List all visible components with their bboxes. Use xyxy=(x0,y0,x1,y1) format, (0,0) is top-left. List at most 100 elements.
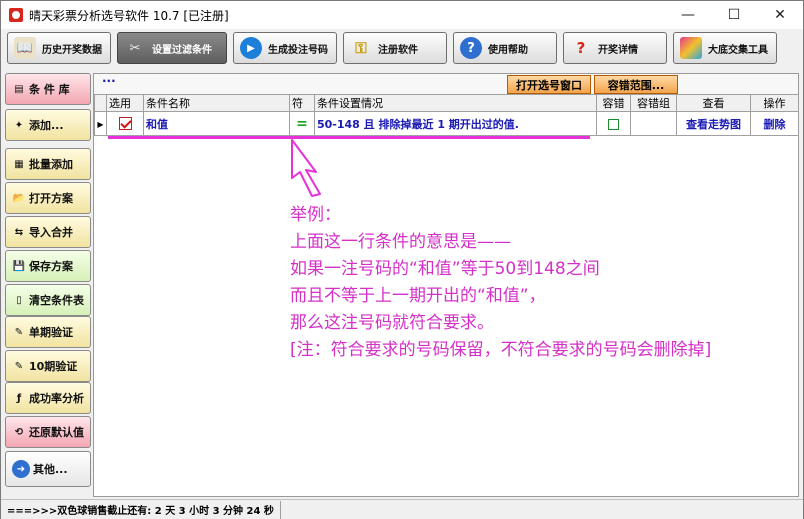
pencil-icon: ✎ xyxy=(14,360,24,372)
lottery-info-icon: ? xyxy=(576,39,586,57)
column-header: 容错 xyxy=(596,94,631,112)
key-icon: ⚿ xyxy=(355,39,367,57)
equals-symbol: = xyxy=(296,115,308,132)
window-controls: — ☐ ✕ xyxy=(665,1,803,29)
conditions-panel: ··· 打开选号窗口 容错范围... 选用 条件名称 符 条件设置情况 容错 容… xyxy=(93,73,799,497)
toolbar-label: 设置过滤条件 xyxy=(152,44,212,56)
conditions-table: 选用 条件名称 符 条件设置情况 容错 容错组 查看 操作 ▶ 和值 = 50-… xyxy=(94,94,799,136)
annotation-text: 举例： 上面这一行条件的意思是—— 如果一注号码的“和值”等于50到148之间 … xyxy=(290,202,790,364)
restore-defaults-button[interactable]: ⟲ 还原默认值 xyxy=(5,416,91,448)
condition-library-button[interactable]: ▤ 条 件 库 xyxy=(5,73,91,105)
save-plan-button[interactable]: 💾 保存方案 xyxy=(5,250,91,282)
help-button[interactable]: ? 使用帮助 xyxy=(453,32,557,64)
main-toolbar: 📖 历史开奖数据 ✂ 设置过滤条件 ▶ 生成投注号码 ⚿ 注册软件 ? 使用帮助… xyxy=(7,32,799,68)
import-merge-button[interactable]: ⇆ 导入合并 xyxy=(5,216,91,248)
annotation-line: 上面这一行条件的意思是—— xyxy=(290,232,511,252)
success-rate-button[interactable]: ƒ 成功率分析 xyxy=(5,382,91,414)
annotation-line: 如果一注号码的“和值”等于50到148之间 xyxy=(290,259,600,279)
column-header: 符 xyxy=(289,94,315,112)
toolbar-label: 注册软件 xyxy=(378,44,418,56)
table-header-row: 选用 条件名称 符 条件设置情况 容错 容错组 查看 操作 xyxy=(94,94,799,112)
toolbar-label: 使用帮助 xyxy=(488,44,528,56)
help-icon: ? xyxy=(460,37,482,59)
select-cell[interactable] xyxy=(106,111,144,136)
minimize-button[interactable]: — xyxy=(665,1,711,29)
restore-icon: ⟲ xyxy=(14,426,24,438)
tolerance-cell[interactable] xyxy=(596,111,631,136)
tolerance-range-button[interactable]: 容错范围... xyxy=(594,75,678,94)
sidebar-label: 保存方案 xyxy=(29,260,73,273)
column-header: 查看 xyxy=(676,94,751,112)
sidebar-label: 条 件 库 xyxy=(29,83,70,96)
annotation-line: 举例： xyxy=(290,205,341,225)
clear-conditions-button[interactable]: ▯ 清空条件表 xyxy=(5,284,91,316)
intersection-tool-button[interactable]: 大底交集工具 xyxy=(673,32,777,64)
toolbar-label: 开奖详情 xyxy=(598,44,638,56)
close-button[interactable]: ✕ xyxy=(757,1,803,29)
pencil-icon: ✎ xyxy=(14,326,24,338)
panel-dots: ··· xyxy=(102,74,116,88)
row-pointer-icon: ▶ xyxy=(97,120,104,129)
panel-header: ··· 打开选号窗口 容错范围... xyxy=(94,74,798,94)
toolbar-label: 大底交集工具 xyxy=(708,44,768,56)
generate-numbers-button[interactable]: ▶ 生成投注号码 xyxy=(233,32,337,64)
library-icon: ▤ xyxy=(14,83,24,95)
column-header: 条件设置情况 xyxy=(314,94,597,112)
table-row[interactable]: ▶ 和值 = 50-148 且 排除掉最近 1 期开出过的值. 查看走势图 删除 xyxy=(94,111,799,136)
annotation-line: 而且不等于上一期开出的“和值”， xyxy=(290,286,546,306)
condition-name-cell[interactable]: 和值 xyxy=(143,111,290,136)
open-selection-window-button[interactable]: 打开选号窗口 xyxy=(507,75,591,94)
title-bar: 晴天彩票分析选号软件 10.7 [已注册] — ☐ ✕ xyxy=(1,1,803,29)
column-header: 容错组 xyxy=(630,94,677,112)
annotation-arrow xyxy=(291,139,321,197)
column-header: 条件名称 xyxy=(143,94,290,112)
set-filter-button[interactable]: ✂ 设置过滤条件 xyxy=(117,32,227,64)
tolerance-group-cell[interactable] xyxy=(630,111,677,136)
play-icon: ▶ xyxy=(240,37,262,59)
sidebar-label: 单期验证 xyxy=(29,326,73,339)
history-book-icon: 📖 xyxy=(14,37,36,59)
tolerance-checkbox[interactable] xyxy=(608,118,619,130)
row-indicator-header xyxy=(94,94,107,112)
sidebar-label: 还原默认值 xyxy=(29,426,84,439)
other-button[interactable]: ➜ 其他... xyxy=(5,451,91,487)
app-window: 晴天彩票分析选号软件 10.7 [已注册] — ☐ ✕ 📖 历史开奖数据 ✂ 设… xyxy=(0,0,804,519)
toolbar-label: 历史开奖数据 xyxy=(42,44,102,56)
function-icon: ƒ xyxy=(16,392,22,404)
ten-period-verify-button[interactable]: ✎ 10期验证 xyxy=(5,350,91,382)
add-condition-button[interactable]: ✦ 添加... xyxy=(5,109,91,141)
open-plan-button[interactable]: 📂 打开方案 xyxy=(5,182,91,214)
grid-icon: ▦ xyxy=(14,158,24,170)
highlight-underline xyxy=(108,136,590,139)
batch-add-button[interactable]: ▦ 批量添加 xyxy=(5,148,91,180)
sidebar-label: 导入合并 xyxy=(29,226,73,239)
register-button[interactable]: ⚿ 注册软件 xyxy=(343,32,447,64)
single-period-verify-button[interactable]: ✎ 单期验证 xyxy=(5,316,91,348)
arrow-right-icon: ➜ xyxy=(12,460,30,478)
row-pointer: ▶ xyxy=(94,111,107,136)
sidebar-label: 10期验证 xyxy=(29,360,78,373)
symbol-cell[interactable]: = xyxy=(289,111,315,136)
save-icon: 💾 xyxy=(12,260,26,272)
sidebar-label: 清空条件表 xyxy=(29,294,84,307)
condition-setting-cell[interactable]: 50-148 且 排除掉最近 1 期开出过的值. xyxy=(314,111,597,136)
lottery-details-button[interactable]: ? 开奖详情 xyxy=(563,32,667,64)
view-trend-link[interactable]: 查看走势图 xyxy=(676,111,751,136)
window-title: 晴天彩票分析选号软件 10.7 [已注册] xyxy=(29,8,229,23)
sidebar-label: 其他... xyxy=(33,463,68,476)
clear-icon: ▯ xyxy=(16,294,22,306)
import-icon: ⇆ xyxy=(14,226,24,238)
select-checkbox[interactable] xyxy=(118,117,132,131)
maximize-button[interactable]: ☐ xyxy=(711,1,757,29)
delete-link[interactable]: 删除 xyxy=(750,111,799,136)
column-header: 操作 xyxy=(750,94,799,112)
sidebar-label: 批量添加 xyxy=(29,158,73,171)
app-logo-icon xyxy=(9,8,23,22)
annotation-line: 那么这注号码就符合要求。 xyxy=(290,313,494,333)
history-data-button[interactable]: 📖 历史开奖数据 xyxy=(7,32,111,64)
add-icon: ✦ xyxy=(14,119,24,131)
folder-icon: 📂 xyxy=(12,192,26,204)
sales-countdown: ===>>>双色球销售截止还有: 2 天 3 小时 3 分钟 24 秒 xyxy=(1,500,281,519)
sidebar: ▤ 条 件 库 ✦ 添加... ▦ 批量添加 📂 打开方案 ⇆ 导入合并 💾 保存方案 ▯ 清… xyxy=(5,73,91,497)
tools-icon: ✂ xyxy=(129,40,141,56)
